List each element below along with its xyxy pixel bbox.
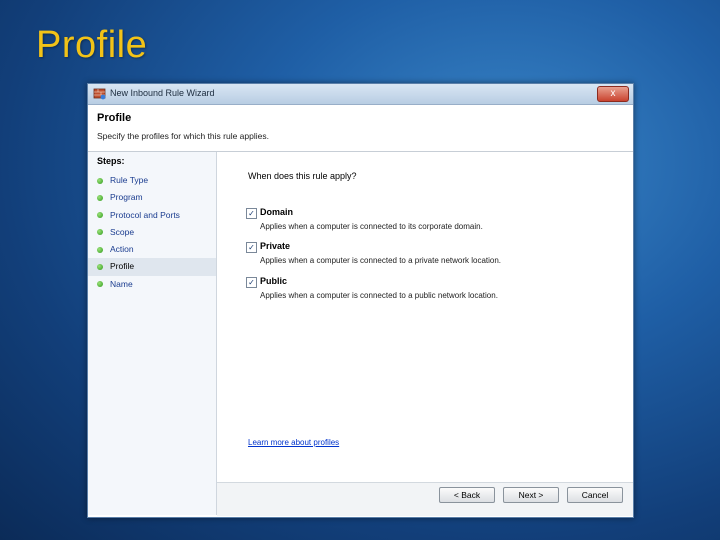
public-checkbox[interactable]: ✓ [246,277,257,288]
step-bullet-icon [97,229,103,236]
step-bullet-icon [97,263,103,270]
page-subtitle: Specify the profiles for which this rule… [97,131,269,141]
step-scope[interactable]: Scope [88,224,216,241]
window-title: New Inbound Rule Wizard [110,88,215,98]
step-bullet-icon [97,212,103,219]
step-bullet-icon [97,194,103,201]
wizard-window: New Inbound Rule Wizard x Profile Specif… [87,83,634,518]
slide-title: Profile [36,24,148,66]
cancel-button[interactable]: Cancel [567,487,623,503]
public-label[interactable]: Public [260,276,287,286]
domain-description: Applies when a computer is connected to … [260,222,483,231]
step-label: Profile [110,261,135,272]
step-program[interactable]: Program [88,189,216,206]
firewall-icon [93,88,106,100]
page-title: Profile [97,112,132,124]
content-panel: When does this rule apply? ✓ Domain Appl… [217,152,633,482]
public-description: Applies when a computer is connected to … [260,291,498,300]
step-rule-type[interactable]: Rule Type [88,172,216,189]
window-titlebar[interactable]: New Inbound Rule Wizard x [88,84,633,105]
domain-checkbox[interactable]: ✓ [246,208,257,219]
step-label: Name [110,278,133,289]
step-bullet-icon [97,246,103,253]
wizard-footer: < Back Next > Cancel [217,482,633,516]
step-label: Rule Type [110,175,149,185]
step-action[interactable]: Action [88,241,216,258]
next-button[interactable]: Next > [503,487,559,503]
learn-more-link[interactable]: Learn more about profiles [248,438,339,447]
domain-label[interactable]: Domain [260,207,293,217]
question-label: When does this rule apply? [248,171,357,181]
steps-heading: Steps: [97,156,125,166]
step-name[interactable]: Name [88,276,216,293]
private-description: Applies when a computer is connected to … [260,256,502,265]
step-bullet-icon [97,281,103,288]
steps-panel: Steps: Rule Type Program Protocol and Po… [88,152,217,515]
step-profile[interactable]: Profile [88,258,216,276]
step-label: Action [110,244,134,255]
step-bullet-icon [97,177,103,184]
step-protocol-and-ports[interactable]: Protocol and Ports [88,207,216,224]
step-label: Scope [110,226,135,237]
step-label: Protocol and Ports [110,209,180,220]
private-label[interactable]: Private [260,241,290,251]
private-checkbox[interactable]: ✓ [246,242,257,253]
close-button[interactable]: x [597,86,629,102]
back-button[interactable]: < Back [439,487,495,503]
step-label: Program [110,192,143,203]
wizard-header: Profile Specify the profiles for which t… [88,105,633,152]
